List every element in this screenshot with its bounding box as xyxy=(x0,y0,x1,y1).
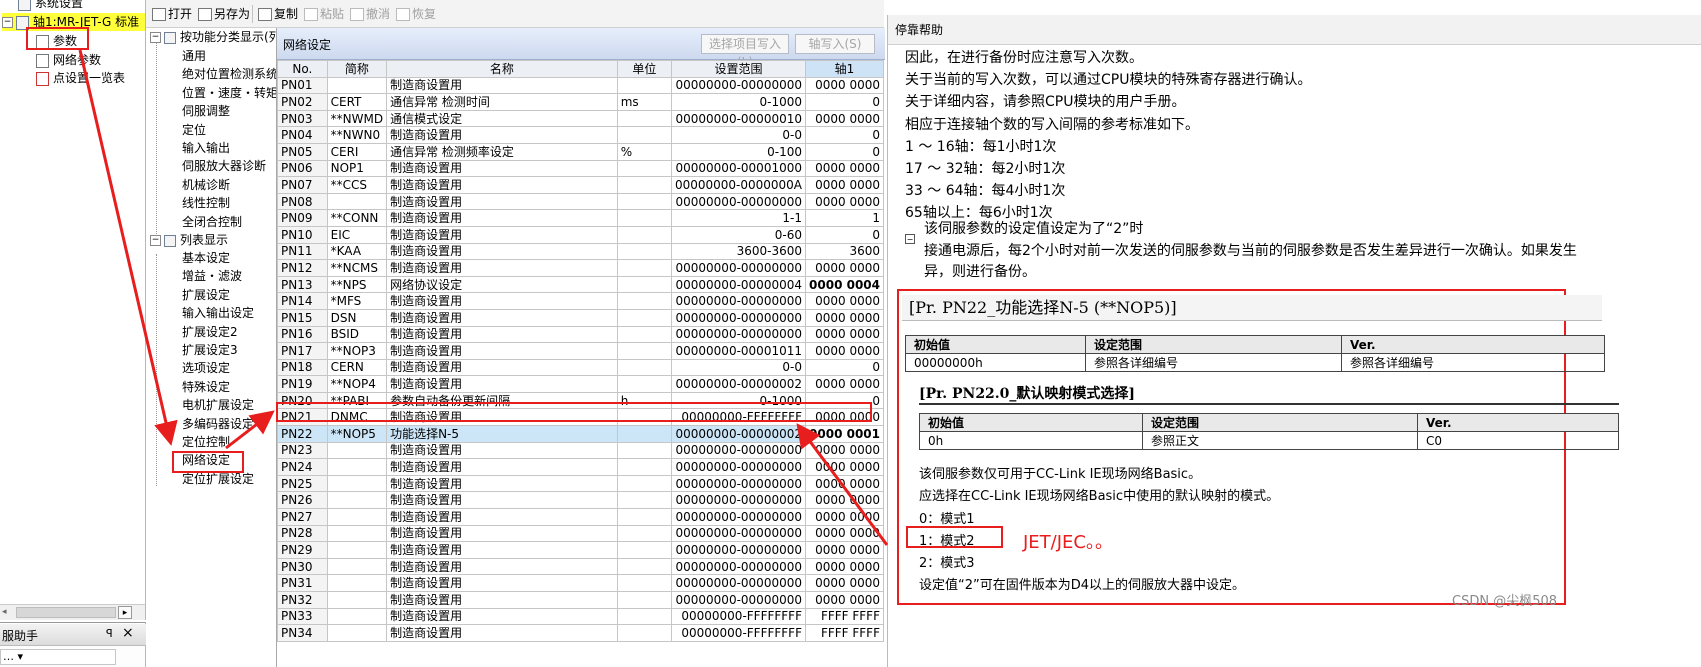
arrow-from-help-to-value xyxy=(796,423,889,546)
watermark: CSDN @尖枫508 xyxy=(1452,594,1558,609)
arrow-to-network-settings xyxy=(78,49,178,446)
arrow-to-pn22-row xyxy=(225,410,275,450)
annotation-arrows xyxy=(78,49,889,546)
